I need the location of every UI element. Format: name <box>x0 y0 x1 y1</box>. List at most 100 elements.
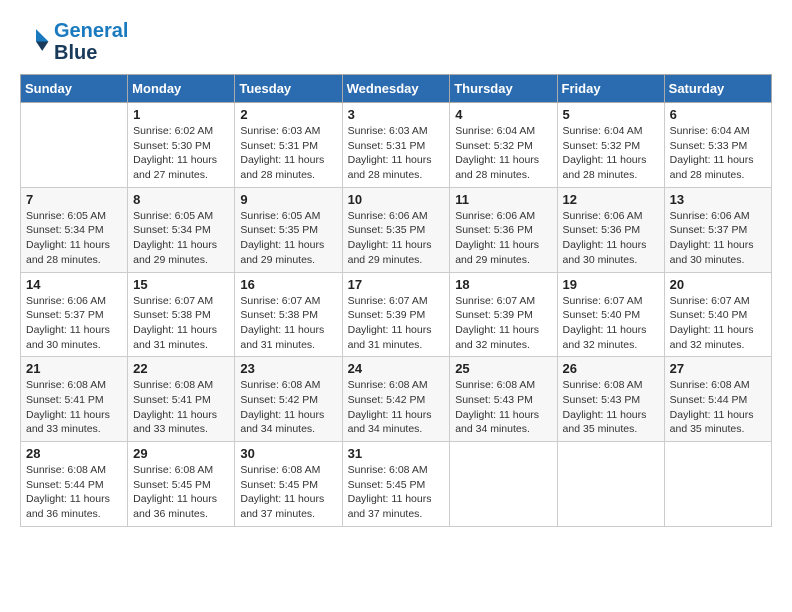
day-info-line: Sunset: 5:42 PM <box>348 393 445 408</box>
day-info-line: Sunset: 5:32 PM <box>563 139 659 154</box>
day-number: 19 <box>563 277 659 292</box>
day-info-line: and 35 minutes. <box>670 422 766 437</box>
day-info-line: Daylight: 11 hours <box>133 408 229 423</box>
day-info-line: Daylight: 11 hours <box>133 492 229 507</box>
day-cell-9: 9Sunrise: 6:05 AMSunset: 5:35 PMDaylight… <box>235 187 342 272</box>
day-info-line: Daylight: 11 hours <box>240 153 336 168</box>
day-info-line: Daylight: 11 hours <box>133 153 229 168</box>
day-info-line: Sunset: 5:34 PM <box>26 223 122 238</box>
day-info-line: and 37 minutes. <box>240 507 336 522</box>
day-info-line: Sunset: 5:36 PM <box>563 223 659 238</box>
day-number: 1 <box>133 107 229 122</box>
day-cell-6: 6Sunrise: 6:04 AMSunset: 5:33 PMDaylight… <box>664 103 771 188</box>
day-cell-23: 23Sunrise: 6:08 AMSunset: 5:42 PMDayligh… <box>235 357 342 442</box>
day-number: 26 <box>563 361 659 376</box>
empty-cell <box>450 442 557 527</box>
day-number: 8 <box>133 192 229 207</box>
day-info-line: Daylight: 11 hours <box>240 408 336 423</box>
day-cell-17: 17Sunrise: 6:07 AMSunset: 5:39 PMDayligh… <box>342 272 450 357</box>
day-cell-16: 16Sunrise: 6:07 AMSunset: 5:38 PMDayligh… <box>235 272 342 357</box>
day-info-line: and 29 minutes. <box>348 253 445 268</box>
weekday-header-thursday: Thursday <box>450 75 557 103</box>
day-info-line: Sunrise: 6:04 AM <box>670 124 766 139</box>
day-info-line: Sunrise: 6:08 AM <box>563 378 659 393</box>
day-info-line: Sunset: 5:37 PM <box>26 308 122 323</box>
day-info-line: and 33 minutes. <box>26 422 122 437</box>
day-number: 31 <box>348 446 445 461</box>
day-number: 15 <box>133 277 229 292</box>
day-info-line: and 28 minutes. <box>455 168 551 183</box>
day-info-line: Sunset: 5:43 PM <box>455 393 551 408</box>
day-info-line: Sunrise: 6:03 AM <box>348 124 445 139</box>
day-info-line: and 34 minutes. <box>240 422 336 437</box>
day-cell-8: 8Sunrise: 6:05 AMSunset: 5:34 PMDaylight… <box>128 187 235 272</box>
day-info-line: Daylight: 11 hours <box>26 323 122 338</box>
day-cell-1: 1Sunrise: 6:02 AMSunset: 5:30 PMDaylight… <box>128 103 235 188</box>
day-info-line: and 31 minutes. <box>240 338 336 353</box>
day-info-line: Daylight: 11 hours <box>348 408 445 423</box>
day-info-line: and 28 minutes. <box>26 253 122 268</box>
day-info-line: and 31 minutes. <box>348 338 445 353</box>
day-info-line: and 28 minutes. <box>563 168 659 183</box>
day-info-line: and 28 minutes. <box>670 168 766 183</box>
calendar-body: 1Sunrise: 6:02 AMSunset: 5:30 PMDaylight… <box>21 103 772 527</box>
day-info-line: Sunrise: 6:07 AM <box>133 294 229 309</box>
day-cell-20: 20Sunrise: 6:07 AMSunset: 5:40 PMDayligh… <box>664 272 771 357</box>
day-number: 21 <box>26 361 122 376</box>
logo-general: General <box>54 20 128 42</box>
day-cell-24: 24 Sunrise: 6:08 AMSunset: 5:42 PMDayligh… <box>342 357 450 442</box>
day-info-line: Sunrise: 6:08 AM <box>348 463 445 478</box>
day-info-line: Daylight: 11 hours <box>670 323 766 338</box>
weekday-header-saturday: Saturday <box>664 75 771 103</box>
day-info-line: Daylight: 11 hours <box>563 323 659 338</box>
day-info-line: Sunrise: 6:08 AM <box>133 378 229 393</box>
day-number: 9 <box>240 192 336 207</box>
week-row-1: 7Sunrise: 6:05 AMSunset: 5:34 PMDaylight… <box>21 187 772 272</box>
day-info-line: Daylight: 11 hours <box>26 492 122 507</box>
day-info-line: Sunset: 5:45 PM <box>240 478 336 493</box>
day-number: 24 <box>348 361 445 376</box>
day-info-line: Daylight: 11 hours <box>670 153 766 168</box>
weekday-header-wednesday: Wednesday <box>342 75 450 103</box>
day-info-line: Sunrise: 6:07 AM <box>455 294 551 309</box>
day-info-line: Sunset: 5:44 PM <box>26 478 122 493</box>
day-number: 23 <box>240 361 336 376</box>
week-row-0: 1Sunrise: 6:02 AMSunset: 5:30 PMDaylight… <box>21 103 772 188</box>
weekday-header-sunday: Sunday <box>21 75 128 103</box>
day-info-line: Sunrise: 6:07 AM <box>240 294 336 309</box>
day-info-line: and 27 minutes. <box>133 168 229 183</box>
day-cell-26: 26Sunrise: 6:08 AMSunset: 5:43 PMDayligh… <box>557 357 664 442</box>
day-info-line: and 36 minutes. <box>133 507 229 522</box>
day-info-line: Sunset: 5:37 PM <box>670 223 766 238</box>
day-info-line: Sunrise: 6:05 AM <box>26 209 122 224</box>
day-info-line: Sunset: 5:31 PM <box>240 139 336 154</box>
day-info-line: Sunrise: 6:03 AM <box>240 124 336 139</box>
day-info-line: Sunrise: 6:08 AM <box>26 378 122 393</box>
day-info-line: Sunrise: 6:08 AM <box>26 463 122 478</box>
day-info-line: and 31 minutes. <box>133 338 229 353</box>
day-info-line: and 28 minutes. <box>348 168 445 183</box>
day-info-line: Sunset: 5:39 PM <box>348 308 445 323</box>
day-info-line: and 35 minutes. <box>563 422 659 437</box>
logo-icon <box>22 26 50 54</box>
day-cell-18: 18Sunrise: 6:07 AMSunset: 5:39 PMDayligh… <box>450 272 557 357</box>
day-info-line: Sunset: 5:39 PM <box>455 308 551 323</box>
day-info-line: Daylight: 11 hours <box>26 408 122 423</box>
day-info-line: Sunrise: 6:06 AM <box>670 209 766 224</box>
day-info-line: Sunset: 5:32 PM <box>455 139 551 154</box>
day-cell-22: 22Sunrise: 6:08 AMSunset: 5:41 PMDayligh… <box>128 357 235 442</box>
day-info-line: and 34 minutes. <box>348 422 445 437</box>
day-info-line: Sunset: 5:33 PM <box>670 139 766 154</box>
day-info-line: and 37 minutes. <box>348 507 445 522</box>
day-info-line: Sunrise: 6:02 AM <box>133 124 229 139</box>
day-info-line: Sunrise: 6:05 AM <box>240 209 336 224</box>
day-number: 25 <box>455 361 551 376</box>
day-info-line: Sunset: 5:45 PM <box>133 478 229 493</box>
day-info-line: Sunrise: 6:08 AM <box>348 378 445 393</box>
calendar-table: SundayMondayTuesdayWednesdayThursdayFrid… <box>20 74 772 527</box>
day-info-line: Sunset: 5:40 PM <box>670 308 766 323</box>
day-number: 12 <box>563 192 659 207</box>
day-info-line: Daylight: 11 hours <box>563 408 659 423</box>
day-info-line: Sunset: 5:44 PM <box>670 393 766 408</box>
day-cell-30: 30Sunrise: 6:08 AMSunset: 5:45 PMDayligh… <box>235 442 342 527</box>
